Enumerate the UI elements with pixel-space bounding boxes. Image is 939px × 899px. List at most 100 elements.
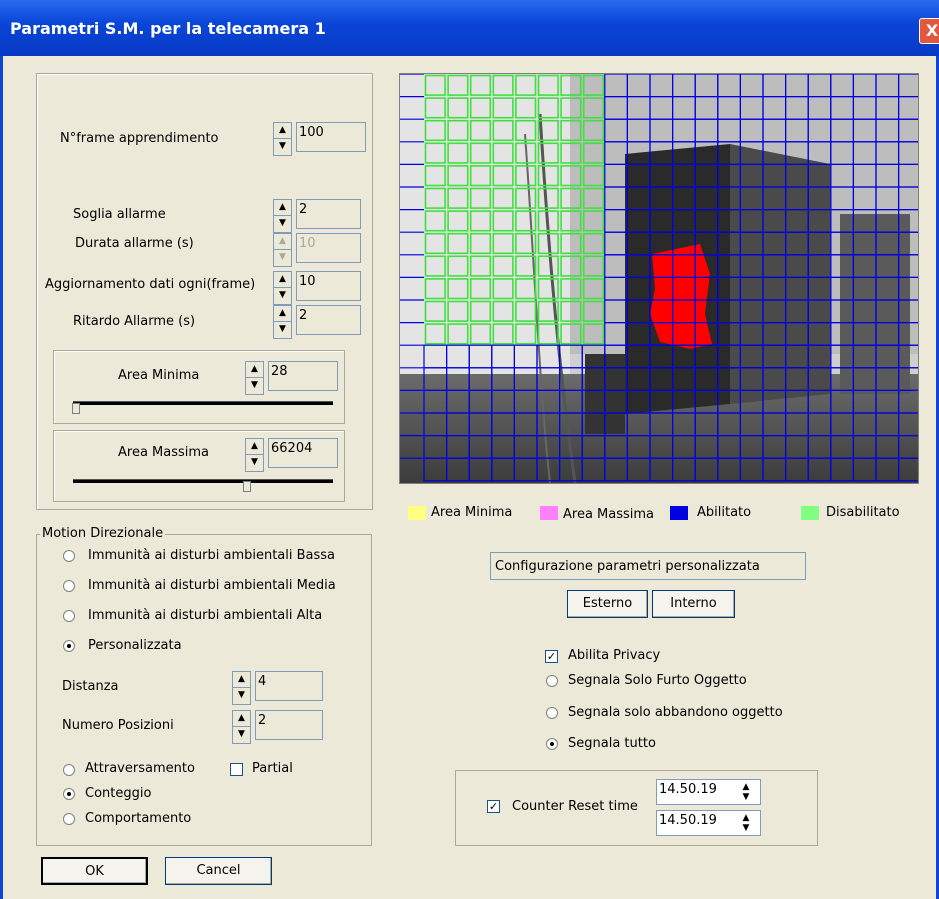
spin-up-icon[interactable]: ▲ [274, 200, 291, 216]
spin-down-icon[interactable]: ▼ [233, 727, 250, 742]
distance-field[interactable]: 4 [255, 671, 323, 701]
alarm-duration-spinner: ▲ ▼ [273, 233, 292, 267]
motion-group-title: Motion Direzionale [40, 526, 166, 541]
motion-option-label: Immunità ai disturbi ambientali Media [88, 578, 336, 593]
area-max-slider[interactable] [73, 479, 333, 483]
spin-up-icon[interactable]: ▲ [233, 672, 250, 688]
legend-label-area-max: Area Massima [563, 507, 655, 522]
area-min-label: Area Minima [118, 368, 200, 383]
alarm-threshold-spinner[interactable]: ▲ ▼ [273, 199, 292, 233]
alarm-delay-field[interactable]: 2 [296, 305, 361, 335]
learning-frames-spinner[interactable]: ▲ ▼ [273, 122, 292, 156]
time-2-spinner[interactable]: ▲ ▼ [735, 813, 757, 833]
area-min-slider-thumb[interactable] [72, 403, 80, 414]
legend-swatch-area-max [540, 506, 558, 520]
spin-down-icon[interactable]: ▼ [274, 139, 291, 154]
cancel-button[interactable]: Cancel [165, 857, 272, 885]
time-1-spinner[interactable]: ▲ ▼ [735, 782, 757, 802]
legend-label-disabled: Disabilitato [826, 505, 900, 520]
counter-reset-label: Counter Reset time [512, 799, 638, 814]
positions-field[interactable]: 2 [255, 710, 323, 740]
positions-spinner[interactable]: ▲ ▼ [232, 710, 251, 744]
area-max-spinner[interactable]: ▲ ▼ [245, 438, 264, 472]
privacy-option-label: Segnala tutto [568, 736, 656, 751]
area-min-slider[interactable] [73, 401, 333, 405]
spin-up-icon[interactable]: ▲ [233, 711, 250, 727]
alarm-threshold-label: Soglia allarme [73, 207, 166, 222]
motion-option-label: Immunità ai disturbi ambientali Alta [88, 608, 323, 623]
data-update-field[interactable]: 10 [296, 271, 361, 301]
spin-up-icon[interactable]: ▲ [246, 439, 263, 455]
spin-down-icon[interactable]: ▼ [274, 216, 291, 231]
ok-button[interactable]: OK [41, 857, 148, 885]
area-max-label: Area Massima [118, 445, 210, 460]
camera-view[interactable] [399, 73, 919, 484]
window-title: Parametri S.M. per la telecamera 1 [10, 19, 326, 38]
legend-label-enabled: Abilitato [697, 505, 752, 520]
motion-blob [650, 244, 712, 349]
partial-checkbox[interactable] [230, 763, 243, 776]
alarm-delay-label: Ritardo Allarme (s) [73, 314, 196, 329]
mode-radio-selected[interactable] [63, 788, 75, 800]
spin-down-icon[interactable]: ▼ [246, 455, 263, 470]
spin-down-icon[interactable]: ▼ [246, 378, 263, 393]
alarm-duration-field: 10 [296, 233, 361, 263]
alarm-delay-spinner[interactable]: ▲ ▼ [273, 305, 292, 339]
config-text: Configurazione parametri personalizzata [495, 559, 760, 574]
counter-reset-checkbox[interactable]: ✓ [487, 800, 500, 813]
spin-down-icon[interactable]: ▼ [274, 322, 291, 337]
spin-up-icon[interactable]: ▲ [246, 362, 263, 378]
learning-frames-field[interactable]: 100 [296, 122, 366, 152]
mode-radio[interactable] [63, 813, 75, 825]
enable-privacy-checkbox[interactable]: ✓ [545, 650, 558, 663]
area-max-slider-thumb[interactable] [243, 481, 251, 492]
privacy-option-radio[interactable] [546, 675, 558, 687]
window-border-left [0, 56, 3, 899]
mode-label: Comportamento [85, 811, 192, 826]
close-button[interactable]: X [919, 18, 939, 44]
spin-down-icon[interactable]: ▼ [735, 823, 757, 833]
legend-swatch-disabled [801, 506, 819, 520]
data-update-label: Aggiornamento dati ogni(frame) [45, 277, 256, 292]
area-min-spinner[interactable]: ▲ ▼ [245, 361, 264, 395]
area-min-field[interactable]: 28 [268, 361, 338, 391]
camera-image [400, 74, 918, 483]
privacy-option-radio-selected[interactable] [546, 738, 558, 750]
spin-up-icon: ▲ [274, 234, 291, 250]
spin-up-icon[interactable]: ▲ [274, 123, 291, 139]
motion-option-label: Immunità ai disturbi ambientali Bassa [88, 548, 336, 563]
spin-up-icon[interactable]: ▲ [735, 813, 757, 823]
esterno-button[interactable]: Esterno [567, 590, 648, 618]
mode-label: Conteggio [85, 786, 152, 801]
spin-up-icon[interactable]: ▲ [274, 306, 291, 322]
spin-up-icon[interactable]: ▲ [274, 272, 291, 288]
distance-label: Distanza [62, 679, 119, 694]
privacy-option-label: Segnala solo abbandono oggetto [568, 705, 783, 720]
legend-swatch-enabled [670, 506, 688, 520]
spin-down-icon[interactable]: ▼ [274, 288, 291, 303]
partial-label: Partial [252, 761, 293, 776]
spin-down-icon[interactable]: ▼ [735, 792, 757, 802]
area-max-field[interactable]: 66204 [268, 438, 338, 468]
motion-option-label: Personalizzata [88, 638, 182, 653]
legend-swatch-area-min [408, 506, 426, 520]
positions-label: Numero Posizioni [62, 718, 174, 733]
motion-option-radio[interactable] [63, 580, 75, 592]
enable-privacy-label: Abilita Privacy [568, 648, 661, 663]
legend-label-area-min: Area Minima [431, 505, 513, 520]
motion-option-radio[interactable] [63, 550, 75, 562]
privacy-option-label: Segnala Solo Furto Oggetto [568, 673, 747, 688]
spin-down-icon[interactable]: ▼ [233, 688, 250, 703]
motion-option-radio[interactable] [63, 610, 75, 622]
mode-label: Attraversamento [85, 761, 195, 776]
interno-button[interactable]: Interno [652, 590, 735, 618]
data-update-spinner[interactable]: ▲ ▼ [273, 271, 292, 305]
privacy-option-radio[interactable] [546, 707, 558, 719]
mode-radio[interactable] [63, 764, 75, 776]
motion-option-radio-selected[interactable] [63, 640, 75, 652]
learning-frames-label: N°frame apprendimento [60, 131, 219, 146]
spin-down-icon: ▼ [279, 252, 286, 262]
distance-spinner[interactable]: ▲ ▼ [232, 671, 251, 705]
alarm-threshold-field[interactable]: 2 [296, 199, 361, 229]
spin-up-icon[interactable]: ▲ [735, 782, 757, 792]
